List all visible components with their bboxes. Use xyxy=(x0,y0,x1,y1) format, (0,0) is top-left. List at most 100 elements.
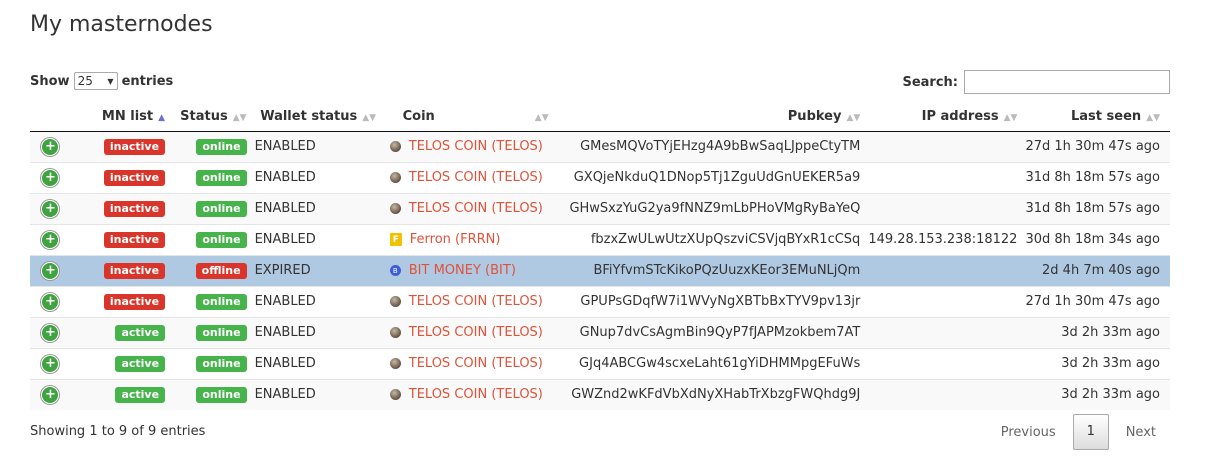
expand-plus-icon[interactable]: + xyxy=(41,137,60,156)
coin-cell: F Ferron (FRRN) xyxy=(385,223,566,255)
sort-icon: ▲▼ xyxy=(232,112,247,123)
table-row[interactable]: + inactive offline EXPIRED B BIT MONEY (BIT) B… xyxy=(30,254,1170,286)
last-seen-cell: 3d 2h 33m ago xyxy=(1021,316,1170,348)
wallet-status-cell: ENABLED xyxy=(250,347,386,379)
expand-cell: + xyxy=(30,254,71,286)
search-label: Search: xyxy=(902,74,958,90)
header-pubkey[interactable]: Pubkey ▲▼ xyxy=(565,102,865,132)
table-row[interactable]: + active online ENABLED TELOS COIN (TELOS) GN… xyxy=(30,316,1170,348)
header-last-seen[interactable]: Last seen ▲▼ xyxy=(1021,102,1170,132)
telos-icon xyxy=(389,141,401,152)
mn-list-cell: inactive xyxy=(70,254,170,286)
mn-status-badge: inactive xyxy=(103,293,166,310)
expand-plus-icon[interactable]: + xyxy=(41,292,60,311)
coin-name: TELOS COIN (TELOS) xyxy=(408,170,543,185)
mn-status-badge: inactive xyxy=(103,231,166,248)
pubkey-cell: fbzxZwULwUtzXUpQszviCSVjqBYxR1cCSq xyxy=(565,223,865,255)
coin-name: Ferron (FRRN) xyxy=(409,232,501,247)
sort-icon: ▲▼ xyxy=(534,112,549,123)
pubkey-cell: GPUPsGDqfW7i1WVyNgXBTbBxTYV9pv13jr xyxy=(565,285,865,317)
header-coin[interactable]: Coin ▲▼ xyxy=(385,102,566,132)
entries-select[interactable]: 25 ▼ xyxy=(73,72,118,90)
wallet-status-cell: ENABLED xyxy=(250,316,386,348)
mn-status-badge: active xyxy=(115,355,166,372)
expand-plus-icon[interactable]: + xyxy=(41,261,60,280)
online-status-badge: online xyxy=(196,324,247,341)
ip-address-cell xyxy=(864,130,1022,162)
expand-cell: + xyxy=(30,223,71,255)
coin-cell: TELOS COIN (TELOS) xyxy=(385,316,566,348)
previous-button[interactable]: Previous xyxy=(987,425,1070,440)
coin-name: TELOS COIN (TELOS) xyxy=(408,201,543,216)
sort-icon: ▲▼ xyxy=(362,112,377,123)
expand-cell: + xyxy=(30,285,71,317)
table-row[interactable]: + inactive online ENABLED TELOS COIN (TELOS)… xyxy=(30,192,1170,224)
header-wallet-status[interactable]: Wallet status ▲▼ xyxy=(250,102,386,132)
wallet-status-cell: EXPIRED xyxy=(250,254,386,286)
status-cell: online xyxy=(169,378,251,410)
last-seen-cell: 31d 8h 18m 57s ago xyxy=(1021,161,1170,193)
online-status-badge: online xyxy=(196,200,247,217)
mn-status-badge: active xyxy=(115,386,166,403)
mn-list-cell: inactive xyxy=(70,285,170,317)
sort-icon: ▲▼ xyxy=(1003,112,1018,123)
ip-address-cell xyxy=(864,378,1022,410)
table-row[interactable]: + inactive online ENABLED F Ferron (FRRN) fbzx… xyxy=(30,223,1170,255)
header-mn-list[interactable]: MN list ▲ xyxy=(70,102,170,132)
masternodes-table: MN list ▲ Status ▲▼ Wallet status ▲▼ Coin ▲▼… xyxy=(30,102,1170,410)
coin-name: TELOS COIN (TELOS) xyxy=(408,387,543,403)
last-seen-cell: 31d 8h 18m 57s ago xyxy=(1021,192,1170,224)
ip-address-cell xyxy=(864,254,1022,286)
coin-cell: TELOS COIN (TELOS) xyxy=(385,192,566,224)
mn-list-cell: active xyxy=(70,378,170,410)
online-status-badge: online xyxy=(196,293,247,310)
wallet-status-cell: ENABLED xyxy=(250,378,386,410)
show-label: Show xyxy=(30,73,70,89)
mn-list-cell: inactive xyxy=(70,192,170,224)
next-button[interactable]: Next xyxy=(1112,425,1170,440)
coin-cell: TELOS COIN (TELOS) xyxy=(385,161,566,193)
mn-list-cell: active xyxy=(70,347,170,379)
mn-status-badge: inactive xyxy=(103,262,166,279)
mn-status-badge: inactive xyxy=(103,200,166,217)
header-status[interactable]: Status ▲▼ xyxy=(169,102,251,132)
table-row[interactable]: + active online ENABLED TELOS COIN (TELOS) GJ… xyxy=(30,347,1170,379)
wallet-status-cell: ENABLED xyxy=(250,161,386,193)
page-1-button[interactable]: 1 xyxy=(1072,414,1109,450)
expand-plus-icon[interactable]: + xyxy=(41,168,60,187)
ip-address-cell xyxy=(864,285,1022,317)
sort-icon: ▲▼ xyxy=(846,112,861,123)
coin-cell: TELOS COIN (TELOS) xyxy=(385,378,566,410)
coin-name: BIT MONEY (BIT) xyxy=(408,263,516,278)
status-cell: online xyxy=(169,130,251,162)
expand-plus-icon[interactable]: + xyxy=(41,323,60,342)
table-row[interactable]: + inactive online ENABLED TELOS COIN (TELOS)… xyxy=(30,285,1170,317)
telos-icon xyxy=(389,327,401,338)
wallet-status-cell: ENABLED xyxy=(250,285,386,317)
pubkey-cell: GXQjeNkduQ1DNop5Tj1ZguUdGnUEKER5a9 xyxy=(565,161,865,193)
ip-address-cell: 149.28.153.238:18122 xyxy=(864,223,1022,255)
table-row[interactable]: + inactive online ENABLED TELOS COIN (TELOS)… xyxy=(30,161,1170,193)
expand-plus-icon[interactable]: + xyxy=(41,230,60,249)
online-status-badge: online xyxy=(196,386,247,403)
telos-icon xyxy=(389,172,401,183)
sort-icon: ▲▼ xyxy=(1146,112,1160,123)
table-row[interactable]: + inactive online ENABLED TELOS COIN (TELOS)… xyxy=(30,130,1170,162)
expand-plus-icon[interactable]: + xyxy=(41,354,60,373)
ip-address-cell xyxy=(864,347,1022,379)
mn-status-badge: active xyxy=(115,324,166,341)
expand-cell: + xyxy=(30,378,71,410)
ip-address-cell xyxy=(864,192,1022,224)
search-input[interactable] xyxy=(964,70,1170,94)
expand-plus-icon[interactable]: + xyxy=(41,385,60,404)
online-status-badge: online xyxy=(196,169,247,186)
ip-address-cell xyxy=(864,161,1022,193)
pubkey-cell: GMesMQVoTYjEHzg4A9bBwSaqLJppeCtyTM xyxy=(565,130,865,162)
mn-list-cell: inactive xyxy=(70,161,170,193)
table-row[interactable]: + active online ENABLED TELOS COIN (TELOS) GW… xyxy=(30,378,1170,410)
header-ip-address[interactable]: IP address ▲▼ xyxy=(864,102,1022,132)
expand-plus-icon[interactable]: + xyxy=(41,199,60,218)
entries-select-value: 25 xyxy=(77,74,93,88)
coin-cell: TELOS COIN (TELOS) xyxy=(385,285,566,317)
status-cell: online xyxy=(169,347,251,379)
